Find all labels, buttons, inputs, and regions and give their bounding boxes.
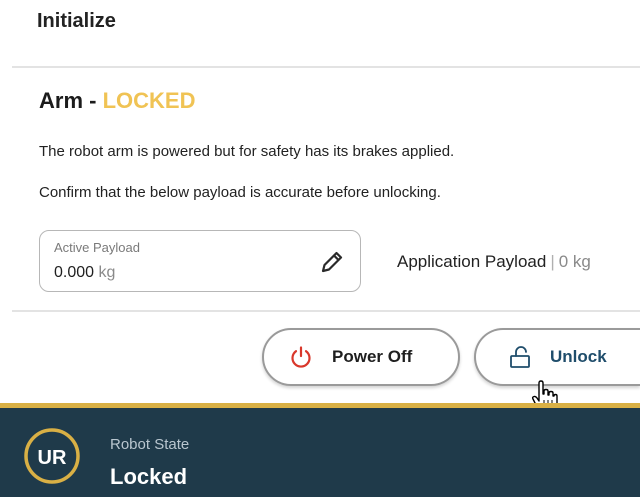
divider [12, 66, 640, 68]
arm-description: The robot arm is powered but for safety … [39, 143, 455, 160]
arm-heading-separator: - [83, 88, 103, 113]
application-payload-label: Application Payload [397, 252, 547, 271]
logo-text: UR [38, 447, 67, 469]
robot-state-value: Locked [110, 464, 188, 489]
power-off-button[interactable]: Power Off [262, 328, 460, 386]
robot-state-label: Robot State [110, 436, 190, 453]
active-payload-value: 0.000 [54, 264, 95, 281]
arm-name: Arm [39, 88, 84, 113]
power-off-label: Power Off [332, 347, 413, 366]
unlock-icon [510, 346, 530, 368]
application-payload-separator: | [550, 252, 555, 271]
application-payload-value: 0 kg [558, 252, 591, 271]
initialize-dialog: Initialize Arm - LOCKED The robot arm is… [0, 0, 640, 497]
application-payload: Application Payload | 0 kg [397, 252, 591, 272]
dialog-title: Initialize [37, 10, 116, 32]
ur-logo-icon: UR [24, 428, 80, 484]
arm-status: LOCKED [102, 88, 196, 113]
payload-instruction: Confirm that the below payload is accura… [39, 184, 441, 201]
divider [12, 310, 640, 312]
active-payload-label: Active Payload [54, 240, 140, 255]
unlock-label: Unlock [550, 347, 607, 366]
robot-state-bar: UR Robot State Locked [0, 403, 640, 497]
active-payload-unit: kg [98, 264, 116, 281]
arm-heading: Arm - LOCKED [39, 88, 195, 114]
power-icon [291, 346, 311, 368]
pencil-icon[interactable] [318, 248, 346, 276]
active-payload-field[interactable]: Active Payload 0.000 kg [39, 230, 361, 292]
unlock-button[interactable]: Unlock [474, 328, 640, 386]
active-payload-value-group: 0.000 kg [54, 264, 115, 282]
